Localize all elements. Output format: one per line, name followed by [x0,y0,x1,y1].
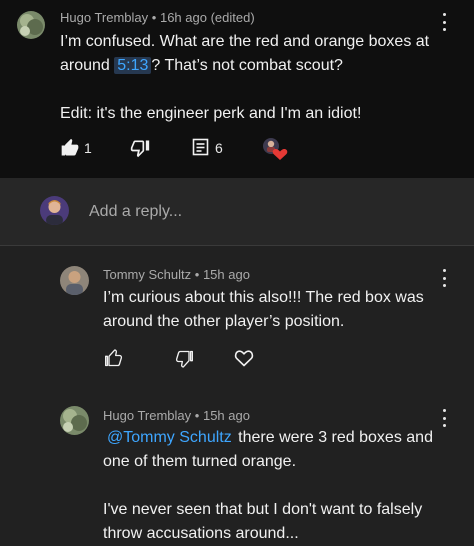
comment-meta: Hugo Tremblay • 16h ago (edited) [60,10,255,25]
reply-age: 15h ago [202,408,250,423]
like-count: 1 [84,140,92,156]
dislike-icon [130,140,150,158]
reply-bar [0,178,474,245]
like-icon [61,138,79,156]
like-outline-icon [105,349,123,367]
reply-more-button[interactable] [437,408,451,428]
more-options-icon [442,269,446,272]
comment-age: 16h ago (edited) [159,10,255,25]
reply-text: I’m curious about this also!!! The red b… [103,286,453,334]
reply-avatar-image [60,266,89,295]
comment-more-button[interactable] [437,12,451,32]
creator-heart-icon [263,138,288,160]
reply-line-2: around the other player’s position. [103,313,345,330]
meta-separator: • [194,408,200,423]
kebab-dot [442,20,446,24]
kebab-dot [442,416,446,420]
timestamp-link[interactable]: 5:13 [114,57,152,74]
comment-line-2: around 5:13? That’s not combat scout? [60,54,460,78]
comment-line-2-post: ? That’s not combat scout? [151,57,343,74]
comment-line-1: I’m confused. What are the red and orang… [60,33,430,50]
reply-line-1: I’m curious about this also!!! The red b… [103,289,424,306]
reply-avatar[interactable] [60,266,89,295]
reply-count: 6 [215,140,223,156]
creator-heart [262,137,288,161]
more-options-icon [442,409,446,412]
heart-outline-icon [234,350,254,367]
mention-link[interactable]: @Tommy Schultz [103,429,232,446]
reply-text: @Tommy Schultz there were 3 red boxes an… [103,426,453,546]
reply-dislike-button[interactable] [174,349,194,369]
more-options-icon [442,13,446,16]
reply-avatar-image [60,406,89,435]
replies-button[interactable] [192,138,210,158]
reply-more-button[interactable] [437,268,451,288]
reply-line-2: one of them turned orange. [103,453,297,470]
dislike-button[interactable] [130,138,150,158]
reply-avatar[interactable] [60,406,89,435]
meta-separator: • [194,267,200,282]
reply-age: 15h ago [202,267,250,282]
reply-meta: Tommy Schultz • 15h ago [103,267,250,282]
reply-input[interactable]: Add a reply... [89,203,182,221]
divider [0,245,474,246]
reply-like-button[interactable] [104,348,124,368]
reply-line-1: @Tommy Schultz there were 3 red boxes an… [103,426,453,450]
like-button[interactable] [60,138,80,158]
comment-edit-line: Edit: it's the engineer perk and I'm an … [60,105,362,122]
dislike-outline-icon [175,350,193,368]
comment-author[interactable]: Hugo Tremblay [60,10,148,25]
commenter-avatar[interactable] [17,11,45,39]
reply-line-3: I've never seen that but I don't want to… [103,501,423,518]
comment-line-2-pre: around [60,57,110,74]
reply-line-4: throw accusations around... [103,525,299,542]
comment-text: I’m confused. What are the red and orang… [60,30,460,126]
avatar-image [17,11,45,39]
kebab-dot [442,276,446,280]
own-avatar [40,196,69,225]
own-avatar-image [40,196,69,225]
reply-author[interactable]: Tommy Schultz [103,267,191,282]
meta-separator: • [151,10,157,25]
reply-icon [192,138,209,156]
reply-heart-button[interactable] [234,349,254,367]
reply-line-1-post: there were 3 red boxes and [238,429,433,446]
reply-meta: Hugo Tremblay • 15h ago [103,408,250,423]
reply-author[interactable]: Hugo Tremblay [103,408,191,423]
